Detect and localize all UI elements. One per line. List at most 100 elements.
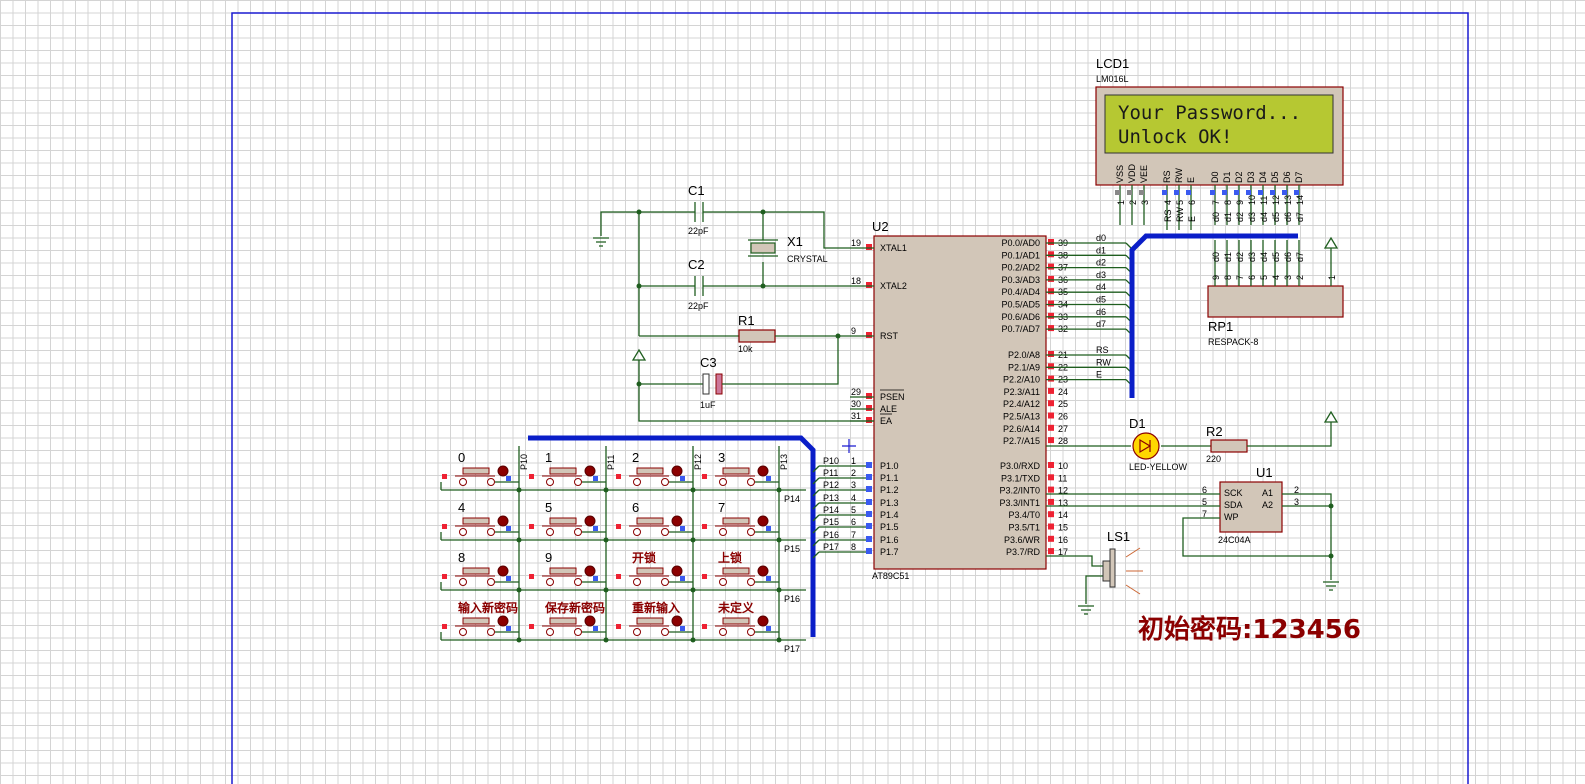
keypad-key[interactable]: 保存新密码 [529,600,606,636]
cursor-marker [842,439,856,453]
keypad-key[interactable]: 3 [702,450,779,486]
pin-marker [866,393,872,399]
key-label: 保存新密码 [544,600,605,615]
mcu-pin-p0-1-ad1: P0.1/AD1 [1001,250,1040,260]
lcd-ref: LCD1 [1096,56,1129,71]
lcd-net-label: E [1187,216,1197,222]
port1-net-label: P14 [823,505,839,515]
mcu-pin-xtal2: XTAL2 [880,281,907,291]
pin-marker [1048,486,1054,493]
keypad-key[interactable]: 1 [529,450,606,486]
pin-marker [1048,523,1054,530]
mcu-pin-p1.5: P1.5 [880,522,899,532]
rpack-common-pin: 1 [1327,275,1337,280]
key-label: 6 [632,500,639,515]
keypad-key[interactable]: 0 [442,450,519,486]
keypad-key[interactable]: 7 [702,500,779,536]
led-circuit[interactable]: D1 LED-YELLOW R2 220 [1046,410,1339,472]
keypad-key[interactable]: 6 [616,500,693,536]
mcu-pin-p2-1-a9: P2.1/A9 [1008,362,1040,372]
pin-marker [866,536,872,542]
lcd-pin-number: 14 [1295,195,1305,205]
pin-marker [1048,351,1054,357]
rpack-body [1207,285,1344,318]
keypad-key[interactable]: 8 [442,550,519,586]
pin-marker [1048,251,1054,258]
keypad-key[interactable]: 4 [442,500,519,536]
eeprom-24c04a[interactable]: U1 24C04A SCK SDA WP A1 A2 6 5 7 2 3 [1046,465,1339,591]
mcu-pin-ea: EA [880,416,892,426]
schematic-sheet[interactable]: LCD1 LM016L Your Password... Unlock OK! … [0,0,1585,784]
keypad-key[interactable]: 9 [529,550,606,586]
mcu-pin-p1.4: P1.4 [880,510,899,520]
keypad-row-net: P14 [784,494,800,504]
key-label: 7 [718,500,725,515]
mcu-pin-p0-2-ad2: P0.2/AD2 [1001,263,1040,273]
mcu-pin-number: 31 [851,411,861,421]
net-label: RW [1096,357,1111,367]
lcd-pin-number: 5 [1175,200,1185,205]
rpack-value: RESPACK-8 [1208,337,1258,347]
r2-value: 220 [1206,454,1221,464]
lcd-net-label: d4 [1259,212,1269,222]
lcd-pin-name: RS [1162,170,1172,183]
pin-marker [1048,363,1054,370]
key-label: 9 [545,550,552,565]
c3-ref: C3 [700,355,717,370]
lcd-line-1: Your Password... [1118,102,1301,124]
pin-marker [1048,424,1054,431]
lcd-pin-name: D3 [1246,171,1256,183]
rpack-pin-number: 2 [1295,275,1305,280]
key-label: 输入新密码 [458,600,518,615]
lcd-pin-number: 11 [1259,196,1269,205]
pin-marker [866,417,872,423]
lcd-net-label: d0 [1211,212,1221,222]
port1-net-label: P12 [823,480,839,490]
lcd-pins: VSS1VDD2VEE3RS4RSRW5RWE6ED07d0D18d1D29d2… [1115,163,1305,225]
keypad-key[interactable]: 重新输入 [616,600,693,636]
pin-marker [1048,412,1054,419]
mcu-pin-number: 18 [851,276,861,286]
pin-marker [866,548,872,554]
port1-net-label: P15 [823,517,839,527]
keypad-key[interactable]: 未定义 [702,600,779,636]
mcu-pin-p2-4-a12: P2.4/A12 [1003,399,1040,409]
keypad-matrix[interactable]: 0 1 2 3 4 5 6 7 8 9 开锁 上锁输入新密码 保存新密码 重新输入 未定义 P14 P15 P16… [440,446,806,654]
mcu-pin-p0-3-ad3: P0.3/AD3 [1001,275,1040,285]
lcd-pin-name: VSS [1115,165,1125,183]
eeprom-ref: U1 [1256,465,1273,480]
mcu-pin-number: 9 [851,326,856,336]
rpack-net-label: d1 [1223,252,1233,262]
lcd-pin-number: 2 [1128,200,1138,205]
rpack-net-label: d6 [1283,252,1293,262]
ground-icon [1078,605,1094,615]
pin-marker [1048,325,1054,332]
lcd-net-label: d2 [1235,212,1245,222]
c2-ref: C2 [688,257,705,272]
keypad-key[interactable]: 上锁 [702,550,779,586]
mcu-pin-p0-0-ad0: P0.0/AD0 [1001,238,1040,248]
net-label: d3 [1096,270,1106,280]
pin-marker [1048,387,1054,394]
resistor-pack-rp1[interactable]: RP1 RESPACK-8 d0 9 d1 8 d2 7 d3 6 d4 5 d5 4 d6 3 d7 2 1 [1207,236,1344,347]
key-label: 1 [545,450,552,465]
keypad-key[interactable]: 2 [616,450,693,486]
net-label: E [1096,370,1102,380]
lcd-pin-name: D0 [1210,171,1220,183]
key-label: 8 [458,550,465,565]
mcu-pin-p0-4-ad4: P0.4/AD4 [1001,287,1040,297]
mcu-at89c51[interactable]: U2 AT89C51 XTAL119XTAL218RST9PSEN29ALE30… [850,219,1133,581]
keypad-key[interactable]: 开锁 [616,550,693,586]
mcu-pin-number: 15 [1058,523,1068,533]
lcd-display[interactable]: LCD1 LM016L Your Password... Unlock OK! … [1095,56,1344,225]
mcu-pin-p0-7-ad7: P0.7/AD7 [1001,324,1040,334]
mcu-pin-p2-2-a10: P2.2/A10 [1003,375,1040,385]
lcd-pin-name: D6 [1282,171,1292,183]
keypad-key[interactable]: 5 [529,500,606,536]
keypad-row-net: P17 [784,644,800,654]
lcd-net-label: RW [1175,207,1185,222]
pin-marker [866,332,872,338]
keypad-key[interactable]: 输入新密码 [442,600,519,636]
lcd-net-label: d7 [1295,212,1305,222]
speaker-ref: LS1 [1107,529,1130,544]
